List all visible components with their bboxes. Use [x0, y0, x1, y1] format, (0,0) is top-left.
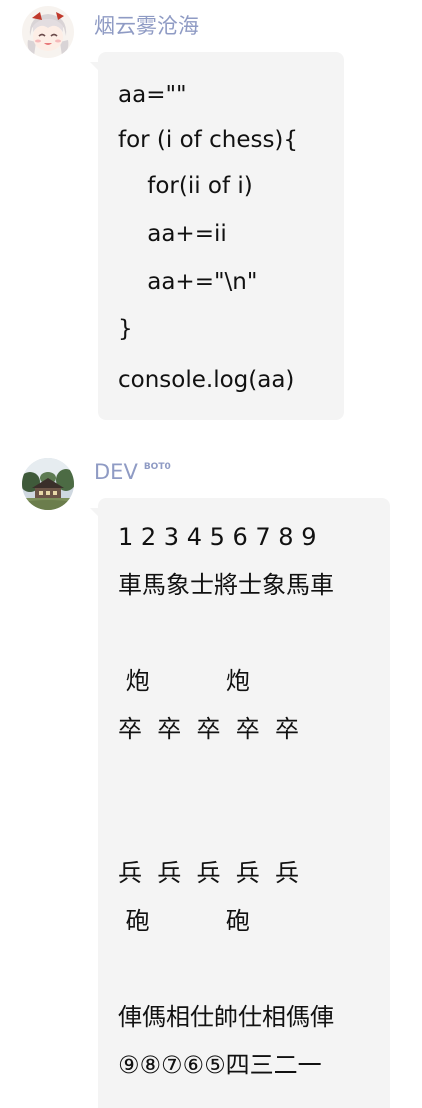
message-bubble[interactable]: 1 2 3 4 5 6 7 8 9 車馬象士將士象馬車 炮 炮 卒 卒 卒 卒 … — [90, 498, 390, 1108]
code-line: console.log(aa) — [118, 367, 295, 393]
code-line: aa+="\n" — [118, 269, 258, 295]
avatar-user[interactable] — [22, 6, 74, 58]
message-bubble[interactable]: aa="" for (i of chess){ for(ii of i) aa+… — [90, 52, 344, 420]
sender-name-text: 烟云雾沧海 — [94, 14, 199, 38]
code-line: aa="" — [118, 82, 187, 108]
board-line: ⑨⑧⑦⑥⑤四三二一 — [118, 1051, 322, 1079]
avatar-bot[interactable] — [22, 458, 74, 510]
board-line: 兵 兵 兵 兵 兵 — [118, 859, 300, 887]
board-line: 砲 砲 — [118, 907, 250, 935]
code-line: for(ii of i) — [118, 173, 253, 199]
code-line: for (i of chess){ — [118, 127, 299, 153]
sender-name-text: DEV — [94, 460, 138, 484]
code-line: } — [118, 316, 133, 342]
bot-badge: BOT0 — [143, 462, 171, 472]
landscape-house-avatar-icon — [22, 458, 74, 510]
board-line: 卒 卒 卒 卒 卒 — [118, 715, 300, 743]
board-line: 炮 炮 — [118, 667, 250, 695]
sender-name[interactable]: DEV BOT0 — [94, 460, 171, 484]
board-line: 俥傌相仕帥仕相傌俥 — [118, 1003, 334, 1031]
board-line: 1 2 3 4 5 6 7 8 9 — [118, 523, 317, 551]
code-line: aa+=ii — [118, 221, 227, 247]
sender-name[interactable]: 烟云雾沧海 — [94, 10, 199, 40]
board-line: 車馬象士將士象馬車 — [118, 571, 334, 599]
anime-character-avatar-icon — [22, 6, 74, 58]
